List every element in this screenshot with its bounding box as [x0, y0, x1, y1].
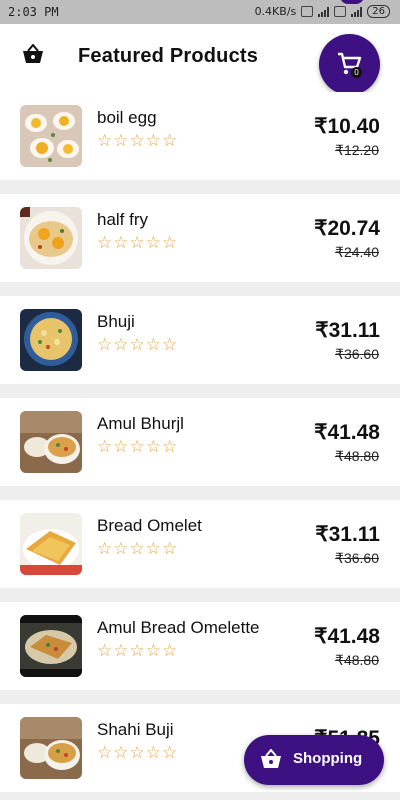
star-outline-icon[interactable]: ☆	[130, 438, 145, 456]
star-outline-icon[interactable]: ☆	[97, 234, 112, 252]
cart-count-badge: 0	[351, 67, 362, 78]
product-card[interactable]: Bhuji ☆ ☆ ☆ ☆ ☆ ₹31.11 ₹36.60	[0, 296, 400, 384]
product-image-bhuji	[20, 309, 82, 371]
product-image-half-fry	[20, 207, 82, 269]
star-outline-icon[interactable]: ☆	[162, 540, 177, 558]
star-outline-icon[interactable]: ☆	[146, 234, 161, 252]
star-outline-icon[interactable]: ☆	[130, 744, 145, 762]
star-rating[interactable]: ☆ ☆ ☆ ☆ ☆	[97, 132, 177, 150]
product-card[interactable]: half fry ☆ ☆ ☆ ☆ ☆ ₹20.74 ₹24.40	[0, 194, 400, 282]
star-outline-icon[interactable]: ☆	[97, 438, 112, 456]
product-old-price: ₹48.80	[335, 652, 379, 668]
star-outline-icon[interactable]: ☆	[97, 336, 112, 354]
signal-icon	[318, 6, 330, 17]
product-price: ₹41.48	[314, 421, 380, 444]
star-outline-icon[interactable]: ☆	[113, 744, 128, 762]
product-image-amul-bread-omelette	[20, 615, 82, 677]
star-outline-icon[interactable]: ☆	[113, 132, 128, 150]
product-name: Bhuji	[97, 312, 135, 331]
product-card[interactable]: Amul Bhurjl ☆ ☆ ☆ ☆ ☆ ₹41.48 ₹48.80	[0, 398, 400, 486]
star-outline-icon[interactable]: ☆	[146, 438, 161, 456]
star-rating[interactable]: ☆ ☆ ☆ ☆ ☆	[97, 744, 177, 762]
star-rating[interactable]: ☆ ☆ ☆ ☆ ☆	[97, 642, 177, 660]
status-bar: 2:03 PM 0.4KB/s 26	[0, 0, 400, 24]
star-rating[interactable]: ☆ ☆ ☆ ☆ ☆	[97, 234, 177, 252]
star-outline-icon[interactable]: ☆	[130, 642, 145, 660]
star-outline-icon[interactable]: ☆	[146, 336, 161, 354]
product-price: ₹31.11	[315, 319, 380, 342]
shopping-basket-icon	[261, 749, 281, 768]
star-outline-icon[interactable]: ☆	[162, 234, 177, 252]
star-rating[interactable]: ☆ ☆ ☆ ☆ ☆	[97, 438, 177, 456]
star-outline-icon[interactable]: ☆	[162, 438, 177, 456]
star-outline-icon[interactable]: ☆	[130, 234, 145, 252]
product-list: boil egg ☆ ☆ ☆ ☆ ☆ ₹10.40 ₹12.20 half fry ☆ ☆…	[0, 92, 400, 800]
star-outline-icon[interactable]: ☆	[97, 744, 112, 762]
star-outline-icon[interactable]: ☆	[97, 132, 112, 150]
star-rating[interactable]: ☆ ☆ ☆ ☆ ☆	[97, 336, 177, 354]
battery-icon: 26	[367, 5, 390, 18]
star-outline-icon[interactable]: ☆	[146, 744, 161, 762]
star-outline-icon[interactable]: ☆	[130, 132, 145, 150]
product-name: Amul Bread Omelette	[97, 618, 260, 637]
product-card[interactable]: Amul Bread Omelette ☆ ☆ ☆ ☆ ☆ ₹41.48 ₹48.80	[0, 602, 400, 690]
product-name: Bread Omelet	[97, 516, 202, 535]
status-time: 2:03 PM	[8, 5, 59, 19]
star-outline-icon[interactable]: ☆	[113, 336, 128, 354]
product-name: half fry	[97, 210, 149, 229]
product-name: boil egg	[97, 108, 157, 127]
overlay-dot	[340, 0, 364, 4]
star-rating[interactable]: ☆ ☆ ☆ ☆ ☆	[97, 540, 177, 558]
product-card[interactable]: boil egg ☆ ☆ ☆ ☆ ☆ ₹10.40 ₹12.20	[0, 92, 400, 180]
product-name: Shahi Buji	[97, 720, 174, 739]
star-outline-icon[interactable]: ☆	[130, 336, 145, 354]
volte-icon	[301, 6, 314, 17]
network-speed: 0.4KB/s	[254, 5, 297, 18]
product-image-amul-bhurji	[20, 411, 82, 473]
product-image-boiled-egg	[20, 105, 82, 167]
star-outline-icon[interactable]: ☆	[113, 642, 128, 660]
page-title: Featured Products	[78, 45, 259, 67]
star-outline-icon[interactable]: ☆	[146, 642, 161, 660]
product-old-price: ₹24.40	[335, 244, 379, 260]
product-old-price: ₹36.60	[335, 550, 379, 566]
star-outline-icon[interactable]: ☆	[113, 234, 128, 252]
star-outline-icon[interactable]: ☆	[162, 336, 177, 354]
star-outline-icon[interactable]: ☆	[146, 540, 161, 558]
product-price: ₹20.74	[314, 217, 380, 240]
star-outline-icon[interactable]: ☆	[162, 744, 177, 762]
star-outline-icon[interactable]: ☆	[113, 438, 128, 456]
volte-icon-2	[334, 6, 347, 17]
status-icons: 0.4KB/s 26	[255, 5, 390, 18]
product-old-price: ₹48.80	[335, 448, 379, 464]
product-old-price: ₹36.60	[335, 346, 379, 362]
product-card[interactable]: Bread Omelet ☆ ☆ ☆ ☆ ☆ ₹31.11 ₹36.60	[0, 500, 400, 588]
product-image-bread-omelet	[20, 513, 82, 575]
product-old-price: ₹12.20	[335, 142, 379, 158]
star-outline-icon[interactable]: ☆	[113, 540, 128, 558]
shopping-button[interactable]: Shopping	[244, 735, 384, 785]
product-price: ₹41.48	[314, 625, 380, 648]
shopping-basket-icon[interactable]	[22, 43, 44, 68]
product-name: Amul Bhurjl	[97, 414, 184, 433]
product-image-shahi-bhuji	[20, 717, 82, 779]
star-outline-icon[interactable]: ☆	[97, 642, 112, 660]
star-outline-icon[interactable]: ☆	[162, 642, 177, 660]
shopping-button-label: Shopping	[293, 750, 363, 767]
star-outline-icon[interactable]: ☆	[97, 540, 112, 558]
star-outline-icon[interactable]: ☆	[162, 132, 177, 150]
star-outline-icon[interactable]: ☆	[130, 540, 145, 558]
product-price: ₹31.11	[315, 523, 380, 546]
app-bar: Featured Products 0	[0, 24, 400, 95]
cart-button[interactable]: 0	[319, 34, 380, 95]
product-price: ₹10.40	[314, 115, 380, 138]
signal-icon-2	[351, 6, 363, 17]
star-outline-icon[interactable]: ☆	[146, 132, 161, 150]
